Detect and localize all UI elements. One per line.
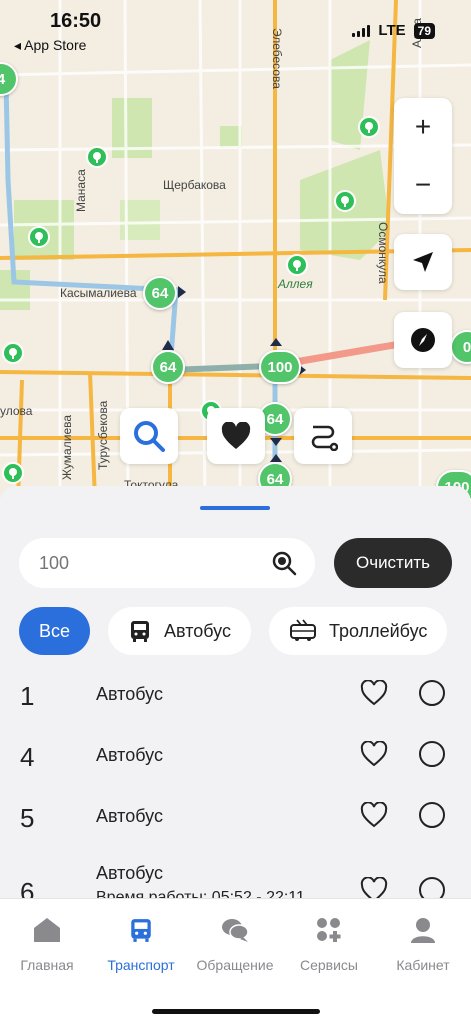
park-icon	[28, 226, 50, 248]
zoom-out-button[interactable]: −	[394, 156, 452, 214]
compass-icon	[411, 328, 435, 352]
filter-trolleybus[interactable]: Троллейбус	[268, 607, 448, 655]
tab-label: Обращение	[196, 957, 274, 973]
tab-cabinet[interactable]: Кабинет	[376, 915, 470, 973]
route-select-radio[interactable]	[419, 741, 445, 767]
status-time: 16:50	[50, 10, 102, 32]
route-number: 1	[20, 681, 35, 711]
home-icon	[34, 918, 60, 942]
tab-home[interactable]: Главная	[0, 915, 94, 973]
bus-icon	[131, 621, 150, 642]
route-number: 4	[20, 742, 35, 772]
street-label: Аллея	[278, 277, 313, 291]
route-type: Автобус	[96, 684, 163, 704]
route-badge[interactable]: 64	[151, 350, 185, 384]
route-row[interactable]: 5 Автобус	[0, 786, 471, 847]
sheet-handle[interactable]	[200, 506, 270, 510]
route-row[interactable]: 4 Автобус	[0, 725, 471, 786]
search-icon[interactable]	[271, 550, 297, 576]
tab-bar: Главная Транспорт Обращение Сервисы Каби…	[0, 898, 471, 1024]
home-indicator	[152, 1009, 320, 1014]
street-label: улова	[0, 404, 33, 418]
bus-icon	[131, 919, 151, 942]
heart-filled-icon	[221, 422, 251, 449]
route-icon	[311, 425, 338, 451]
street-label: Элебесова	[270, 28, 284, 89]
services-icon	[317, 918, 341, 942]
chat-icon	[222, 919, 249, 942]
tab-label: Главная	[20, 957, 74, 973]
street-label: Осмонкула	[376, 222, 390, 284]
route-type: Автобус	[96, 806, 163, 826]
route-search-input[interactable]	[39, 552, 271, 574]
route-number: 5	[20, 803, 35, 833]
map-view[interactable]: Щербакова Манаса Касымалиева Аллея Осмон…	[0, 0, 471, 500]
street-label: Турусбекова	[96, 400, 110, 470]
park-icon	[286, 254, 308, 276]
tab-services[interactable]: Сервисы	[282, 915, 376, 973]
battery-icon: 79	[413, 22, 435, 39]
favorites-button[interactable]	[207, 408, 265, 464]
clear-button[interactable]: Очистить	[334, 538, 452, 588]
my-location-button[interactable]	[394, 234, 452, 290]
park-icon	[358, 116, 380, 138]
route-badge[interactable]: 64	[143, 276, 177, 310]
street-label: Манаса	[74, 169, 88, 212]
filter-bus[interactable]: Автобус	[108, 607, 251, 655]
route-type: Автобус	[96, 863, 163, 883]
route-search-field[interactable]	[19, 538, 315, 588]
street-label: Щербакова	[163, 178, 226, 192]
street-label: Касымалиева	[60, 286, 137, 300]
park-icon	[2, 342, 24, 364]
profile-icon	[411, 918, 435, 943]
routes-list: 1 Автобус 4 Автобус 5 Автобус 6 Автобус	[0, 664, 471, 902]
trolleybus-icon	[289, 619, 316, 641]
route-type: Автобус	[96, 745, 163, 765]
screen: Щербакова Манаса Касымалиева Аллея Осмон…	[0, 0, 471, 1024]
signal-icon	[352, 24, 371, 37]
route-planner-button[interactable]	[294, 408, 352, 464]
tab-label: Кабинет	[396, 957, 450, 973]
tab-appeal[interactable]: Обращение	[188, 915, 282, 973]
location-arrow-icon	[413, 252, 433, 272]
route-badge[interactable]: 100	[259, 350, 301, 384]
street-label: Жумалиева	[60, 414, 74, 480]
filter-label: Автобус	[164, 620, 231, 641]
tab-transport[interactable]: Транспорт	[94, 915, 188, 973]
heart-outline-icon[interactable]	[360, 680, 388, 706]
heart-outline-icon[interactable]	[360, 802, 388, 828]
tab-label: Транспорт	[107, 957, 175, 973]
route-select-radio[interactable]	[419, 680, 445, 706]
transport-filter: Все Автобус Троллейбус	[19, 607, 448, 655]
back-to-app-store-link[interactable]: ◂ App Store	[14, 37, 86, 54]
park-icon	[2, 462, 24, 484]
filter-all[interactable]: Все	[19, 607, 91, 655]
park-icon	[86, 146, 108, 168]
zoom-in-button[interactable]: +	[394, 98, 452, 156]
search-icon	[134, 421, 165, 452]
heart-outline-icon[interactable]	[360, 741, 388, 767]
route-row[interactable]: 6 Автобус Время работы: 05:52 - 22:11	[0, 847, 471, 902]
search-route-button[interactable]	[120, 408, 178, 464]
filter-label: Троллейбус	[328, 620, 428, 641]
zoom-controls: + −	[394, 98, 452, 214]
route-select-radio[interactable]	[419, 802, 445, 828]
status-indicators: LTE 79	[352, 22, 435, 39]
filter-label: Все	[39, 620, 71, 641]
compass-button[interactable]	[394, 312, 452, 368]
routes-sheet: Очистить Все Автобус Троллейбус 1 Автобу…	[0, 486, 471, 902]
route-row[interactable]: 1 Автобус	[0, 664, 471, 725]
park-icon	[334, 190, 356, 212]
network-label: LTE	[378, 22, 406, 39]
tab-label: Сервисы	[299, 957, 358, 973]
